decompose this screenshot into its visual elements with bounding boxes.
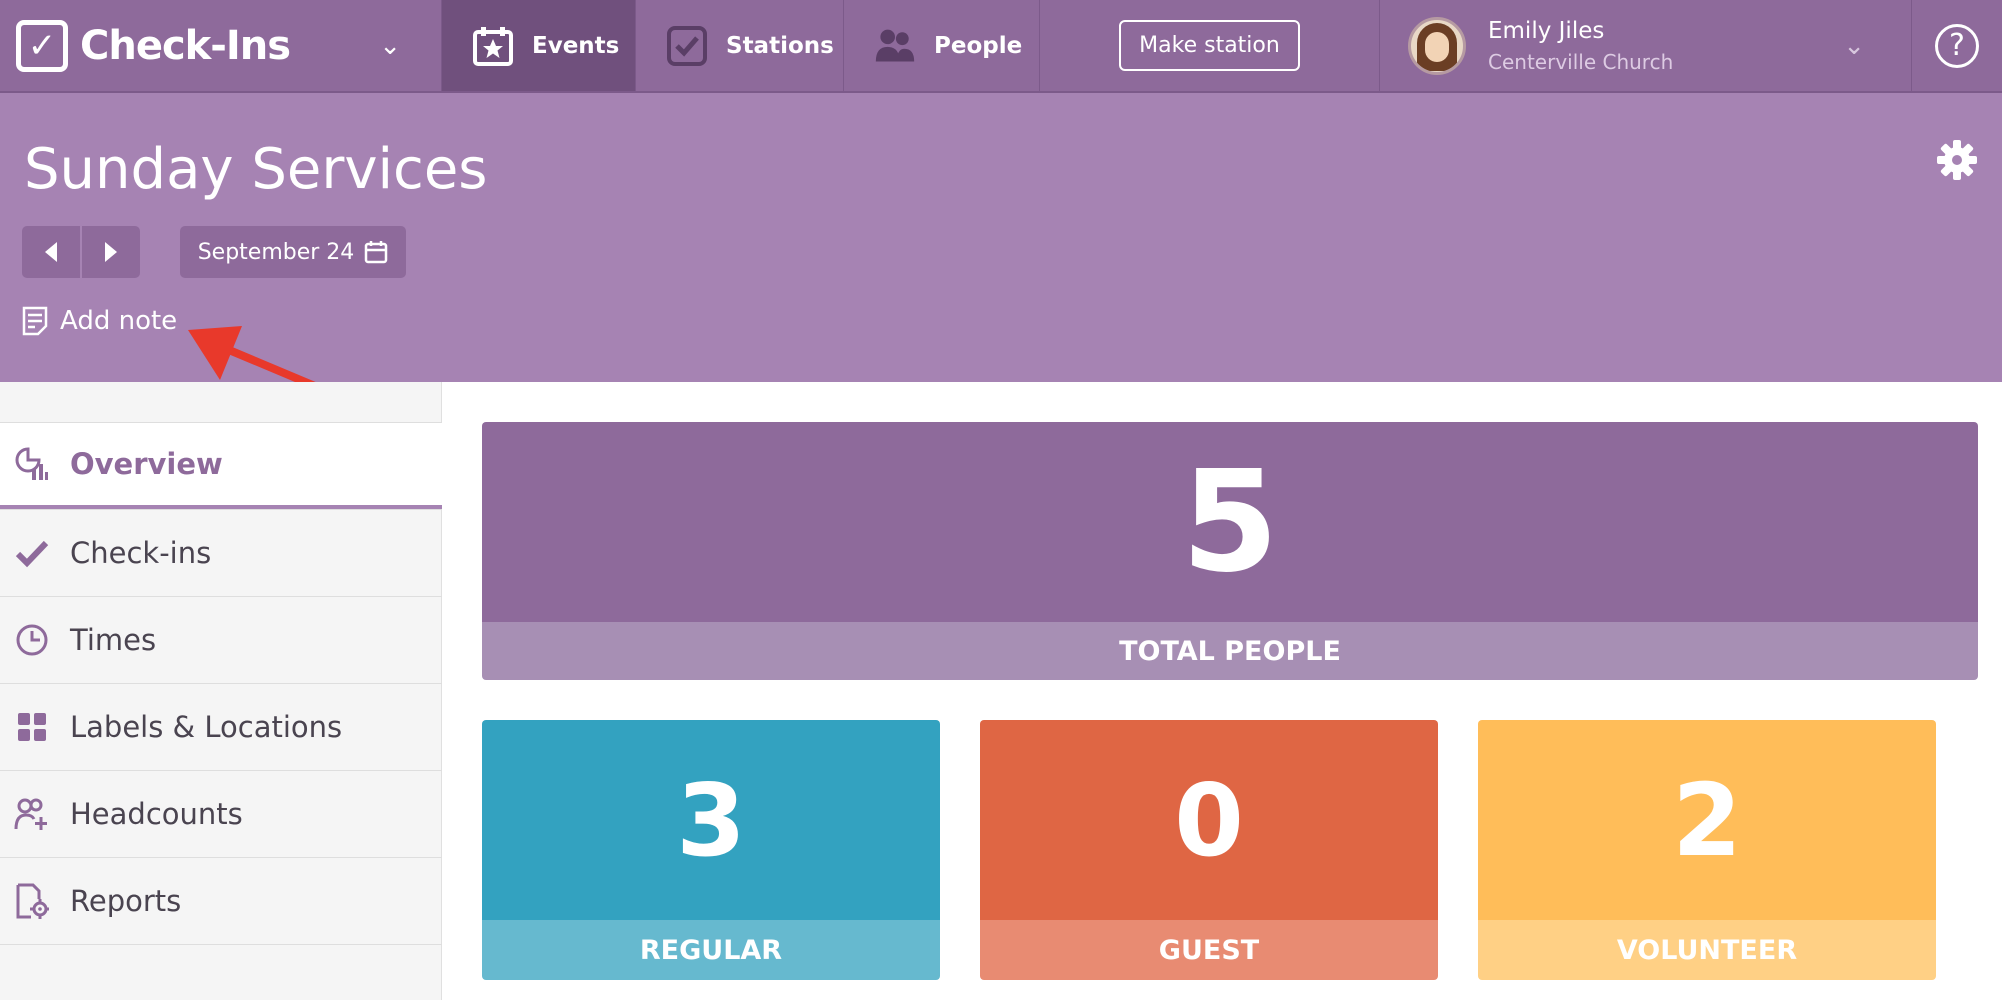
sidebar-item-label: Check-ins bbox=[70, 536, 212, 570]
app-name: Check-Ins bbox=[80, 22, 291, 69]
next-date-button[interactable] bbox=[82, 226, 140, 278]
sidebar-item-labels-locations[interactable]: Labels & Locations bbox=[0, 683, 442, 770]
chevron-down-icon[interactable]: ⌄ bbox=[1843, 31, 1865, 61]
make-station-button[interactable]: Make station bbox=[1119, 20, 1300, 71]
date-picker-button[interactable]: September 24 bbox=[180, 226, 406, 278]
user-organization: Centerville Church bbox=[1488, 49, 1674, 74]
nav-tab-stations-label: Stations bbox=[726, 32, 834, 59]
page-title: Sunday Services bbox=[24, 137, 488, 202]
nav-tab-people[interactable]: People bbox=[843, 0, 1039, 91]
sidebar-item-label: Labels & Locations bbox=[70, 710, 343, 744]
app-switcher[interactable]: ✓ Check-Ins ⌄ bbox=[0, 0, 441, 91]
stat-value: 5 bbox=[482, 422, 1978, 622]
nav-tab-events[interactable]: Events bbox=[441, 0, 635, 91]
sidebar-item-reports[interactable]: Reports bbox=[0, 857, 442, 944]
caret-left-icon bbox=[45, 242, 57, 262]
sidebar-divider bbox=[0, 944, 442, 945]
pie-bar-chart-icon bbox=[14, 446, 50, 482]
previous-date-button[interactable] bbox=[22, 226, 80, 278]
help-icon: ? bbox=[1935, 23, 1979, 68]
chevron-down-icon[interactable]: ⌄ bbox=[379, 31, 401, 61]
overview-content: 5 TOTAL PEOPLE 3 REGULAR 0 GUEST 2 VOLUN… bbox=[442, 382, 2002, 1000]
stat-label: GUEST bbox=[980, 920, 1438, 980]
user-name: Emily Jiles bbox=[1488, 17, 1605, 44]
stat-card-volunteer: 2 VOLUNTEER bbox=[1478, 720, 1936, 980]
user-menu[interactable]: Emily Jiles Centerville Church ⌄ bbox=[1379, 0, 1911, 91]
top-navigation: ✓ Check-Ins ⌄ Events Stations People Mak… bbox=[0, 0, 2002, 93]
checkins-logo-icon: ✓ bbox=[16, 19, 68, 72]
sidebar-item-label: Overview bbox=[70, 447, 223, 481]
sidebar-item-headcounts[interactable]: Headcounts bbox=[0, 770, 442, 857]
grid-icon bbox=[14, 709, 50, 745]
calendar-icon bbox=[365, 241, 388, 264]
sidebar: Overview Check-ins Times Labels & Locati… bbox=[0, 382, 442, 1000]
avatar bbox=[1408, 16, 1466, 75]
stat-label: TOTAL PEOPLE bbox=[482, 622, 1978, 680]
sidebar-item-label: Headcounts bbox=[70, 797, 243, 831]
nav-tab-events-label: Events bbox=[532, 32, 620, 59]
make-station-wrap: Make station bbox=[1039, 0, 1379, 91]
stat-label: REGULAR bbox=[482, 920, 940, 980]
sidebar-item-overview[interactable]: Overview bbox=[0, 422, 442, 509]
date-label: September 24 bbox=[197, 239, 355, 265]
nav-tab-stations[interactable]: Stations bbox=[635, 0, 843, 91]
gear-icon[interactable] bbox=[1936, 139, 1978, 181]
sidebar-item-label: Reports bbox=[70, 884, 182, 918]
add-note-label: Add note bbox=[60, 306, 178, 336]
sidebar-item-times[interactable]: Times bbox=[0, 596, 442, 683]
stat-card-regular: 3 REGULAR bbox=[482, 720, 940, 980]
help-button[interactable]: ? bbox=[1911, 0, 2002, 91]
stat-card-guest: 0 GUEST bbox=[980, 720, 1438, 980]
clock-icon bbox=[14, 622, 50, 658]
caret-right-icon bbox=[105, 242, 117, 262]
people-add-icon bbox=[14, 796, 50, 832]
date-pager bbox=[22, 226, 140, 278]
stat-label: VOLUNTEER bbox=[1478, 920, 1936, 980]
nav-tab-people-label: People bbox=[934, 32, 1023, 59]
stat-card-total: 5 TOTAL PEOPLE bbox=[482, 422, 1978, 680]
calendar-star-icon bbox=[472, 25, 514, 67]
report-gear-icon bbox=[14, 883, 50, 919]
sidebar-item-check-ins[interactable]: Check-ins bbox=[0, 509, 442, 596]
people-icon bbox=[874, 25, 916, 67]
sidebar-item-label: Times bbox=[70, 623, 157, 657]
note-icon bbox=[22, 306, 48, 336]
stat-value: 2 bbox=[1478, 720, 1936, 920]
stat-value: 3 bbox=[482, 720, 940, 920]
stat-value: 0 bbox=[980, 720, 1438, 920]
checkbox-icon bbox=[666, 25, 708, 67]
add-note-link[interactable]: Add note bbox=[22, 306, 177, 336]
check-icon bbox=[14, 535, 50, 571]
